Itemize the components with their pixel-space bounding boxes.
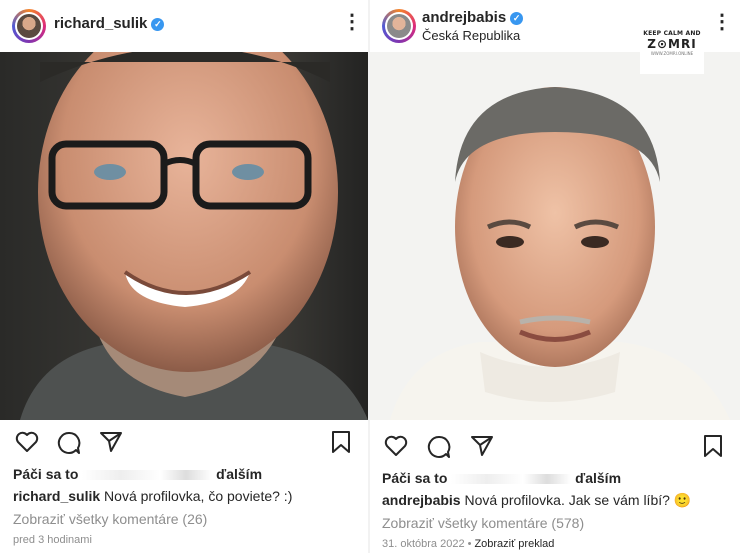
- more-icon[interactable]: ⋮: [342, 12, 362, 32]
- post-actions: [0, 425, 368, 461]
- post-image[interactable]: [0, 52, 368, 420]
- likes-suffix[interactable]: ďalším: [216, 466, 262, 482]
- caption: richard_sulik Nová profilovka, čo poviet…: [13, 488, 292, 504]
- portrait-image: [20, 52, 368, 420]
- timestamp-text: 31. októbra 2022: [382, 538, 465, 550]
- post-header: richard_sulik ✓ ⋮: [0, 0, 368, 52]
- view-comments-link[interactable]: Zobraziť všetky komentáre (578): [382, 515, 584, 531]
- likes-prefix: Páči sa to: [13, 466, 79, 482]
- caption-text: Nová profilovka. Jak se vám líbí? 🙂: [460, 492, 692, 508]
- bookmark-icon[interactable]: [331, 431, 351, 453]
- translate-link[interactable]: Zobraziť preklad: [474, 538, 554, 550]
- likes-line: Páči sa to ďalším: [382, 470, 621, 486]
- post-image[interactable]: [370, 52, 740, 420]
- likes-suffix[interactable]: ďalším: [575, 470, 621, 486]
- post-timestamp: 31. októbra 2022 • Zobraziť preklad: [382, 538, 555, 550]
- caption: andrejbabis Nová profilovka. Jak se vám …: [382, 492, 691, 509]
- post-timestamp: pred 3 hodinami: [13, 534, 92, 546]
- blurred-username: [451, 474, 572, 485]
- username-text[interactable]: andrejbabis: [422, 9, 506, 26]
- heart-icon[interactable]: [384, 435, 408, 457]
- post-location[interactable]: Česká Republika: [422, 28, 520, 43]
- bookmark-icon[interactable]: [703, 435, 723, 457]
- portrait-image: [390, 87, 730, 420]
- likes-prefix: Páči sa to: [382, 470, 448, 486]
- view-comments-link[interactable]: Zobraziť všetky komentáre (26): [13, 511, 207, 527]
- share-icon[interactable]: [470, 435, 494, 457]
- comment-icon[interactable]: [427, 435, 451, 459]
- verified-icon: ✓: [510, 12, 524, 25]
- share-icon[interactable]: [99, 431, 123, 453]
- more-icon[interactable]: ⋮: [712, 12, 732, 32]
- post-username[interactable]: andrejbabis ✓: [422, 9, 524, 26]
- username-text[interactable]: richard_sulik: [54, 15, 147, 32]
- heart-icon[interactable]: [15, 431, 39, 453]
- post-andrej-babis: andrejbabis ✓ Česká Republika ⋮ KEEP CAL…: [370, 0, 740, 553]
- avatar[interactable]: [382, 9, 416, 43]
- comment-icon[interactable]: [57, 431, 81, 455]
- avatar[interactable]: [12, 9, 46, 43]
- blurred-username: [82, 470, 213, 481]
- post-richard-sulik: richard_sulik ✓ ⋮ Páči sa to ďalším rich…: [0, 0, 368, 553]
- caption-username[interactable]: richard_sulik: [13, 488, 100, 504]
- verified-icon: ✓: [151, 18, 165, 31]
- watermark-logo: KEEP CALM AND Z⊙MRI WWW.ZOMRI.ONLINE: [640, 26, 704, 74]
- caption-username[interactable]: andrejbabis: [382, 492, 461, 508]
- likes-line: Páči sa to ďalším: [13, 466, 262, 482]
- post-actions: [370, 425, 740, 461]
- caption-text: Nová profilovka, čo poviete? :): [100, 488, 293, 504]
- post-username[interactable]: richard_sulik ✓: [54, 15, 165, 32]
